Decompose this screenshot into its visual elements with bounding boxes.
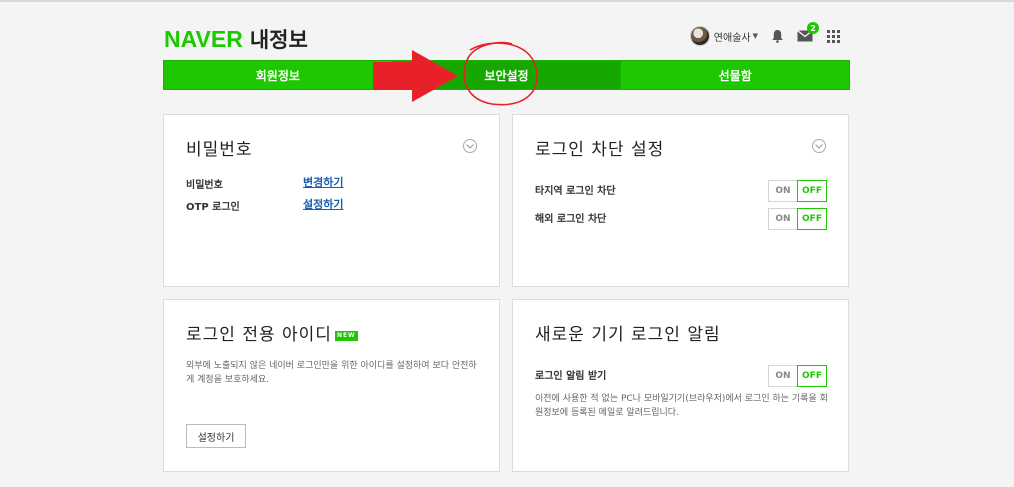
login-block-card: 로그인 차단 설정 타지역 로그인 차단 ON OFF 해외 로그인 차단 ON… bbox=[512, 114, 849, 287]
new-device-desc-line2: 원정보에 등록된 메일로 알려드립니다. bbox=[535, 408, 679, 418]
region-block-on-button[interactable]: ON bbox=[768, 180, 797, 202]
chevron-down-icon[interactable] bbox=[812, 139, 826, 153]
mail-icon[interactable]: 2 bbox=[796, 22, 819, 45]
mail-count-badge: 2 bbox=[807, 22, 819, 34]
top-border bbox=[0, 0, 1014, 2]
chevron-down-icon[interactable] bbox=[463, 139, 477, 153]
new-device-desc-line1: 이전에 사용한 적 없는 PC나 모바일기기(브라우저)에서 로그인 하는 기록… bbox=[535, 394, 828, 404]
login-only-id-desc-line1: 외부에 노출되지 않은 네이버 로그인만을 위한 아이디를 설정하여 보다 안전… bbox=[186, 361, 477, 371]
new-device-alert-card: 새로운 기기 로그인 알림 로그인 알림 받기 ON OFF 이전에 사용한 적… bbox=[512, 299, 849, 472]
user-area: 연애술사 ▼ 2 bbox=[689, 22, 842, 46]
overseas-block-label: 해외 로그인 차단 bbox=[535, 214, 607, 225]
change-password-link[interactable]: 변경하기 bbox=[303, 174, 343, 190]
tab-member-info[interactable]: 회원정보 bbox=[164, 61, 393, 89]
caret-down-icon: ▼ bbox=[752, 32, 758, 40]
username-label: 연애술사 bbox=[713, 32, 751, 44]
login-only-id-title-text: 로그인 전용 아이디 bbox=[186, 325, 332, 345]
region-block-label: 타지역 로그인 차단 bbox=[535, 186, 616, 197]
app-grid-icon[interactable] bbox=[824, 27, 842, 45]
otp-login-label: OTP 로그인 bbox=[186, 202, 240, 213]
region-block-toggle: ON OFF bbox=[768, 180, 827, 202]
username-menu[interactable]: 연애술사 ▼ bbox=[714, 29, 758, 44]
password-card: 비밀번호 비밀번호 변경하기 OTP 로그인 설정하기 bbox=[163, 114, 500, 287]
tab-security-settings[interactable]: 보안설정 bbox=[392, 61, 622, 89]
login-only-id-card: 로그인 전용 아이디 NEW 외부에 노출되지 않은 네이버 로그인만을 위한 아… bbox=[163, 299, 500, 472]
setup-otp-link[interactable]: 설정하기 bbox=[303, 196, 343, 212]
new-badge: NEW bbox=[334, 331, 358, 341]
main-tab-bar: 회원정보 보안설정 선물함 bbox=[163, 60, 850, 90]
overseas-block-on-button[interactable]: ON bbox=[768, 208, 797, 230]
bell-icon[interactable] bbox=[768, 27, 786, 45]
overseas-block-off-button[interactable]: OFF bbox=[797, 208, 827, 230]
login-block-card-title: 로그인 차단 설정 bbox=[535, 140, 665, 160]
password-card-title: 비밀번호 bbox=[186, 140, 253, 160]
login-alert-on-button[interactable]: ON bbox=[768, 365, 797, 387]
avatar[interactable] bbox=[689, 26, 710, 46]
page-title: 내정보 bbox=[249, 28, 308, 52]
overseas-block-toggle: ON OFF bbox=[768, 208, 827, 230]
login-only-id-card-title: 로그인 전용 아이디 NEW bbox=[186, 320, 358, 345]
login-alert-label: 로그인 알림 받기 bbox=[535, 371, 607, 382]
tab-gift-box[interactable]: 선물함 bbox=[621, 61, 850, 89]
logo-brand: NAVER bbox=[164, 26, 243, 52]
password-label: 비밀번호 bbox=[186, 180, 223, 191]
new-device-alert-card-title: 새로운 기기 로그인 알림 bbox=[535, 325, 721, 345]
login-only-id-desc-line2: 게 계정을 보호하세요. bbox=[186, 375, 270, 385]
new-device-description: 이전에 사용한 적 없는 PC나 모바일기기(브라우저)에서 로그인 하는 기록… bbox=[535, 392, 835, 420]
region-block-off-button[interactable]: OFF bbox=[797, 180, 827, 202]
login-alert-off-button[interactable]: OFF bbox=[797, 365, 827, 387]
naver-logo[interactable]: NAVER 내정보 bbox=[164, 24, 308, 54]
login-alert-toggle: ON OFF bbox=[768, 365, 827, 387]
login-only-id-description: 외부에 노출되지 않은 네이버 로그인만을 위한 아이디를 설정하여 보다 안전… bbox=[186, 359, 486, 387]
setup-login-id-button[interactable]: 설정하기 bbox=[186, 424, 246, 448]
